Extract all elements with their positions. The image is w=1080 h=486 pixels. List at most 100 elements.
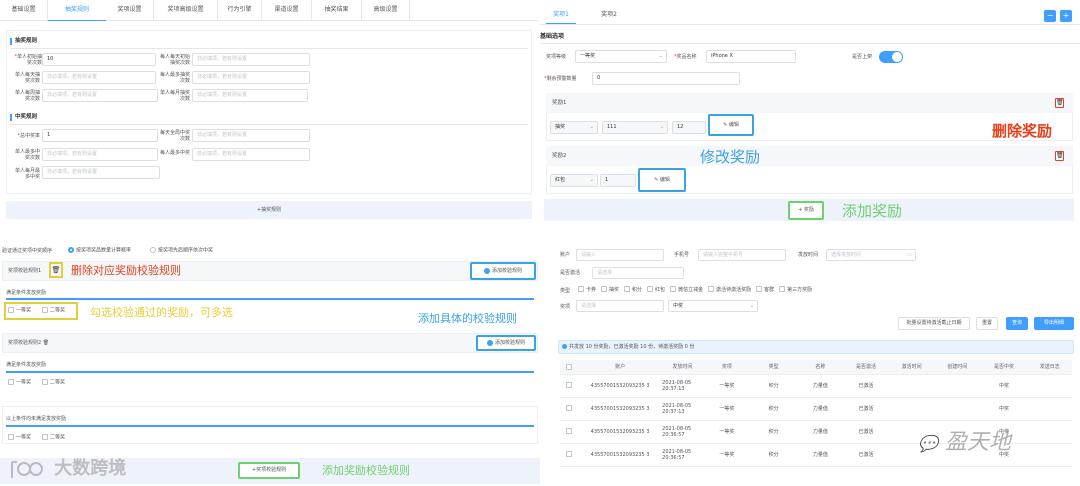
- rt-reward1-type-select[interactable]: 抽奖 ⌄: [550, 121, 598, 134]
- table-cell: 43557001532093235 3: [580, 374, 661, 398]
- rb-prize-result-select[interactable]: 中奖 ⌄: [668, 300, 758, 312]
- lt-g5-input[interactable]: 非必填项，若有则设置: [42, 166, 160, 179]
- lb-cond1-second-checkbox[interactable]: 二等奖: [42, 307, 65, 315]
- rt-reward2-edit-button[interactable]: ✎ 编辑: [638, 168, 686, 192]
- rb-type-checkbox-4[interactable]: 微信立减金: [670, 286, 703, 293]
- rt-level-select[interactable]: 一等奖 ⌄: [575, 50, 667, 63]
- rb-type-checkbox-3[interactable]: 红包: [647, 286, 665, 293]
- rb-type-checkbox-1[interactable]: 抽奖: [601, 286, 619, 293]
- lt-g2-label: 每天全局中奖次数: [160, 130, 191, 142]
- lt-f6-input[interactable]: 非必填项，若有则设置: [192, 89, 308, 102]
- rt-stock-input[interactable]: 0: [592, 72, 740, 85]
- rb-type-checkbox-7[interactable]: 第三方奖励: [779, 286, 812, 293]
- lt-g2-input[interactable]: 非必填项，若有则设置: [192, 129, 310, 142]
- rt-remove-tab-button[interactable]: −: [1044, 10, 1056, 22]
- lb-add-check-button-1[interactable]: 添加校验规则: [470, 262, 536, 280]
- table-row[interactable]: 43557001532093235 3 2021-08-05 20:37:13 一等…: [560, 397, 1072, 421]
- lb-rule2-header: [2, 333, 538, 353]
- toggle-knob: [892, 52, 902, 62]
- rb-time-input[interactable]: 选择发放时间 ▭: [826, 249, 916, 261]
- rb-batch-button[interactable]: 批量设置待激活截止日期: [898, 317, 970, 330]
- rb-export-button[interactable]: 导出明细: [1034, 317, 1074, 330]
- rt-name-input[interactable]: iPhone X: [706, 50, 796, 63]
- lt-f5-input[interactable]: 非必填项，若有则设置: [42, 89, 158, 102]
- lt-tab-0[interactable]: 基础设置: [0, 0, 48, 20]
- select-all-checkbox[interactable]: [560, 360, 581, 375]
- lb-add-reward-rule-button[interactable]: +奖项校验规则: [238, 462, 300, 479]
- lb-order-option-2[interactable]: 按奖项先后顺序依次中奖: [150, 247, 213, 255]
- lb-order-option-1[interactable]: 按奖项奖品数量计算概率: [68, 247, 131, 255]
- rb-type-checkbox-5[interactable]: 激活待激活奖励: [708, 286, 751, 293]
- lt-g3-input[interactable]: 非必填项，若有则设置: [42, 148, 158, 161]
- rt-level-label: 奖项等级: [546, 54, 567, 60]
- lb-cond3-first-checkbox[interactable]: 一等奖: [8, 434, 31, 442]
- row-checkbox[interactable]: [560, 397, 581, 421]
- lt-tab-6[interactable]: 抽奖结果: [312, 0, 362, 20]
- rt-reward2-count-input[interactable]: 1: [600, 174, 636, 187]
- rb-prize-select[interactable]: 请选择: [576, 300, 664, 312]
- lt-f2-input[interactable]: 非必填项，若有则设置: [192, 53, 310, 66]
- row-checkbox[interactable]: [560, 443, 581, 467]
- lt-f6-label: 单人每月抽奖次数: [160, 90, 191, 102]
- rb-phone-input[interactable]: 请输入完整手机号: [698, 249, 786, 261]
- table-row[interactable]: 43557001532093235 3 2021-08-05 20:37:13 一等…: [560, 374, 1072, 398]
- table-cell: 已激活: [842, 374, 890, 398]
- checkbox-icon: [566, 428, 573, 435]
- rb-type-checkbox-6[interactable]: 客群: [756, 286, 774, 293]
- rb-active-label: 是否激活: [560, 270, 581, 276]
- rt-tab-prize-2[interactable]: 奖项2: [594, 6, 624, 24]
- trash-icon[interactable]: 🗑: [43, 340, 49, 346]
- lb-cond2-first-checkbox[interactable]: 一等奖: [8, 379, 31, 387]
- column-header: 是否中奖: [980, 360, 1028, 375]
- rt-reward1-item-select[interactable]: 111 ⌄: [602, 121, 668, 134]
- radio-selected-icon: [68, 247, 74, 253]
- lt-tab-5[interactable]: 渠道设置: [262, 0, 312, 20]
- rt-add-tab-button[interactable]: +: [1060, 10, 1072, 22]
- lt-tab-4[interactable]: 行为引擎: [218, 0, 262, 20]
- lt-tab-2[interactable]: 奖项设置: [106, 0, 154, 20]
- rt-reward1-count-input[interactable]: 12: [672, 121, 706, 134]
- row-checkbox[interactable]: [560, 420, 581, 444]
- rt-online-label: 是否上架: [852, 54, 873, 60]
- lt-tab-3[interactable]: 奖项高级设置: [154, 0, 218, 20]
- rb-type-checkbox-0[interactable]: 卡券: [578, 286, 596, 293]
- rt-online-toggle[interactable]: [879, 51, 903, 63]
- rb-prize-label: 奖项: [560, 304, 571, 310]
- lt-add-rule-button[interactable]: +抽奖规则: [6, 201, 532, 219]
- left-top-panel: 基础设置 抽奖规则 奖项设置 奖项高级设置 行为引擎 渠道设置 抽奖结果 高级设置 抽奖规则 …: [0, 0, 538, 226]
- rt-reward1-delete-icon[interactable]: 🗑: [1055, 98, 1064, 108]
- rb-reset-button[interactable]: 重置: [976, 317, 998, 330]
- row-checkbox[interactable]: [560, 374, 581, 398]
- chevron-down-icon: ⌄: [589, 124, 594, 130]
- lt-f4-input[interactable]: 非必填项，若有则设置: [192, 71, 310, 84]
- lt-tab-7[interactable]: 高级设置: [362, 0, 410, 20]
- lt-tab-1[interactable]: 抽奖规则: [48, 0, 106, 21]
- lt-g1-input[interactable]: 1: [42, 129, 158, 142]
- rt-name-label: *奖品名称: [674, 54, 697, 60]
- checkbox-icon: [566, 405, 573, 412]
- rt-tab-prize-1[interactable]: 奖项1: [546, 6, 576, 24]
- lb-cond3-second-checkbox[interactable]: 二等奖: [42, 434, 65, 442]
- rb-active-select[interactable]: 请选择: [592, 267, 684, 279]
- rb-account-input[interactable]: 请输入: [576, 249, 664, 261]
- rb-query-button[interactable]: 查询: [1006, 317, 1028, 330]
- rt-add-reward-button[interactable]: + 奖励: [788, 201, 824, 220]
- rt-section-basic: 基础选项: [540, 33, 565, 40]
- lb-cond1-first-checkbox[interactable]: 一等奖: [8, 307, 31, 315]
- rt-reward2-delete-icon[interactable]: 🗑: [1055, 151, 1064, 161]
- lb-add-check-button-2[interactable]: 添加校验规则: [476, 335, 536, 351]
- watermark-logo-icon: [8, 458, 48, 480]
- rb-time-label: 发放时间: [798, 252, 819, 258]
- rt-reward2-type-select[interactable]: 红包 ⌄: [550, 174, 598, 187]
- rt-reward1-edit-button[interactable]: ✎ 编辑: [708, 114, 754, 136]
- lt-g4-input[interactable]: 非必填项，若有则设置: [192, 148, 310, 161]
- lb-cond2-second-checkbox[interactable]: 二等奖: [42, 379, 65, 387]
- lb-rule1-delete-icon[interactable]: 🗑: [49, 262, 63, 278]
- table-cell: 2021-08-05 20:37:13: [660, 397, 705, 421]
- table-cell: 2021-08-05 20:36:57: [660, 443, 705, 467]
- table-cell: [1027, 420, 1072, 444]
- lt-f3-input[interactable]: 非必填项，若有则设置: [42, 71, 156, 84]
- rb-type-checkbox-2[interactable]: 积分: [624, 286, 642, 293]
- rt-reward2-header: [546, 146, 1073, 166]
- lt-f1-input[interactable]: 10: [42, 53, 156, 66]
